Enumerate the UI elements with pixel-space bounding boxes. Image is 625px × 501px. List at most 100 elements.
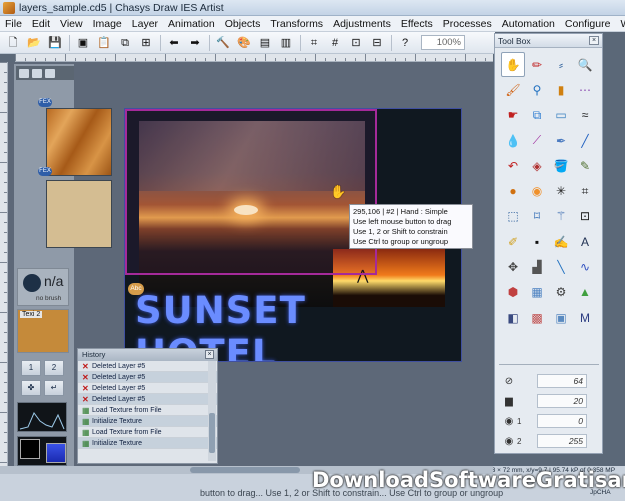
smudge-icon[interactable]: ☛ [501, 103, 525, 128]
hash-icon[interactable]: ⌗ [573, 178, 597, 203]
brush-icon[interactable]: 🖌 [501, 77, 525, 102]
menu-processes[interactable]: Processes [438, 18, 497, 30]
history-item[interactable]: ▦ Load Texture from File [78, 405, 217, 416]
property-value-field[interactable]: 64 [537, 374, 587, 388]
history-item[interactable]: ▦ Load Texture from File [78, 427, 217, 438]
writing-icon[interactable]: ✍ [549, 229, 573, 254]
frame-icon[interactable]: ⊟ [370, 36, 384, 50]
wand-icon[interactable]: ⚚ [549, 204, 573, 229]
line-icon[interactable]: ╱ [573, 128, 597, 153]
history-item[interactable]: ✕ Deleted Layer #5 [78, 383, 217, 394]
hammer-icon[interactable]: 🔨 [216, 36, 230, 50]
capture-icon[interactable]: ▣ [76, 36, 90, 50]
menu-configure[interactable]: Configure [560, 18, 616, 30]
close-icon[interactable]: × [205, 350, 214, 359]
property-value-field[interactable]: 255 [537, 434, 587, 448]
history-item[interactable]: ✕ Deleted Layer #5 [78, 361, 217, 372]
layer-folder-icon[interactable] [32, 68, 42, 78]
paste-icon[interactable]: 📋 [97, 36, 111, 50]
pen-icon[interactable]: ✒ [549, 128, 573, 153]
color-swatches[interactable] [17, 436, 67, 466]
menu-objects[interactable]: Objects [220, 18, 266, 30]
menu-layer[interactable]: Layer [127, 18, 163, 30]
clone-icon[interactable]: ⧉ [525, 103, 549, 128]
history-item[interactable]: ✕ Deleted Layer #5 [78, 372, 217, 383]
new-file-icon[interactable]: 🗋 [6, 36, 20, 50]
curve-line-icon[interactable]: ╲ [549, 254, 573, 279]
knife-icon[interactable]: ⟋ [525, 128, 549, 153]
cube-icon[interactable]: ◧ [501, 305, 525, 330]
drop-icon[interactable]: 💧 [501, 128, 525, 153]
blank-icon[interactable]: ▪ [525, 229, 549, 254]
menu-file[interactable]: File [0, 18, 27, 30]
paste-into-icon[interactable]: ⊞ [139, 36, 153, 50]
secondary-color-swatch[interactable] [46, 443, 66, 463]
orange-sphere-icon[interactable]: ◉ [525, 178, 549, 203]
brush-preview[interactable]: n/a no brush [17, 268, 69, 306]
bucket-icon[interactable]: 🪣 [549, 153, 573, 178]
history-scrollbar[interactable] [208, 361, 216, 461]
marker-icon[interactable]: ▮ [549, 77, 573, 102]
transform-icon[interactable]: ⊡ [573, 204, 597, 229]
menu-automation[interactable]: Automation [497, 18, 560, 30]
warp-icon[interactable]: ⬢ [501, 280, 525, 305]
fill-icon[interactable]: ◈ [525, 153, 549, 178]
new-layer-icon[interactable]: ⧉ [118, 36, 132, 50]
select-icon[interactable]: ⬚ [501, 204, 525, 229]
property-value-field[interactable]: 0 [537, 414, 587, 428]
eraser-icon[interactable]: ▭ [549, 103, 573, 128]
layer-lock-icon[interactable] [45, 68, 55, 78]
spray-icon[interactable]: ⋯ [573, 77, 597, 102]
layer-image-icon[interactable] [19, 68, 29, 78]
airbrush-icon[interactable]: ⚲ [525, 77, 549, 102]
snap-icon[interactable]: ⊡ [349, 36, 363, 50]
color-box-icon[interactable]: ▩ [525, 305, 549, 330]
hand-icon[interactable]: ✋ [501, 52, 525, 78]
history-item[interactable]: ▦ Initialize Texture [78, 438, 217, 449]
undo-brush-icon[interactable]: ↶ [501, 153, 525, 178]
scroll-thumb[interactable] [190, 467, 300, 473]
grid-icon[interactable]: # [328, 36, 342, 50]
text-icon[interactable]: A [573, 229, 597, 254]
pencil-yellow-icon[interactable]: ✐ [501, 229, 525, 254]
primary-color-swatch[interactable] [20, 439, 40, 459]
image-icon[interactable]: ▥ [279, 36, 293, 50]
freehand-icon[interactable]: ∿ [573, 254, 597, 279]
crop-icon[interactable]: ⌑ [525, 204, 549, 229]
view-2-button[interactable]: 2 [44, 360, 64, 376]
close-icon[interactable]: × [589, 36, 599, 45]
eyedropper-icon[interactable]: ⸗ [549, 52, 573, 77]
view-1-button[interactable]: 1 [21, 360, 41, 376]
return-icon-button[interactable]: ↵ [44, 380, 64, 396]
gradient-icon[interactable]: ▤ [258, 36, 272, 50]
sunset-hotel-text[interactable]: SUNSET HOTEL [135, 289, 455, 361]
history-item[interactable]: ▦ Initialize Texture [78, 416, 217, 427]
save-icon[interactable]: 💾 [48, 36, 62, 50]
palette-icon[interactable]: 🎨 [237, 36, 251, 50]
move-icon-button[interactable]: ✤ [21, 380, 41, 396]
photo-icon[interactable]: ▣ [549, 305, 573, 330]
menu-animation[interactable]: Animation [163, 18, 220, 30]
star-burst-icon[interactable]: ✳ [549, 178, 573, 203]
menu-edit[interactable]: Edit [27, 18, 55, 30]
layer-thumbnail-wood[interactable] [46, 108, 112, 176]
history-item[interactable]: ✕ Deleted Layer #5 [78, 394, 217, 405]
menu-view[interactable]: View [55, 18, 88, 30]
scroll-thumb[interactable] [209, 413, 215, 453]
menu-effects[interactable]: Effects [396, 18, 438, 30]
sphere-icon[interactable]: ● [501, 178, 525, 203]
zoom-icon[interactable]: 🔍 [573, 52, 597, 77]
menu-adjustments[interactable]: Adjustments [328, 18, 396, 30]
gear-icon[interactable]: ⚙ [549, 280, 573, 305]
back-arrow-icon[interactable]: ⬅ [167, 36, 181, 50]
m-icon[interactable]: M [573, 305, 597, 330]
chart-icon[interactable]: ▟ [525, 254, 549, 279]
crop-marks-icon[interactable]: ⌗ [307, 36, 321, 50]
move-icon[interactable]: ✥ [501, 254, 525, 279]
property-value-field[interactable]: 20 [537, 394, 587, 408]
grid-warp-icon[interactable]: ▦ [525, 280, 549, 305]
wave-icon[interactable]: ≈ [573, 103, 597, 128]
triangle-icon[interactable]: ▲ [573, 280, 597, 305]
texture-preview[interactable]: Texi 2 [17, 309, 69, 353]
zoom-field[interactable]: 100% [421, 35, 465, 50]
